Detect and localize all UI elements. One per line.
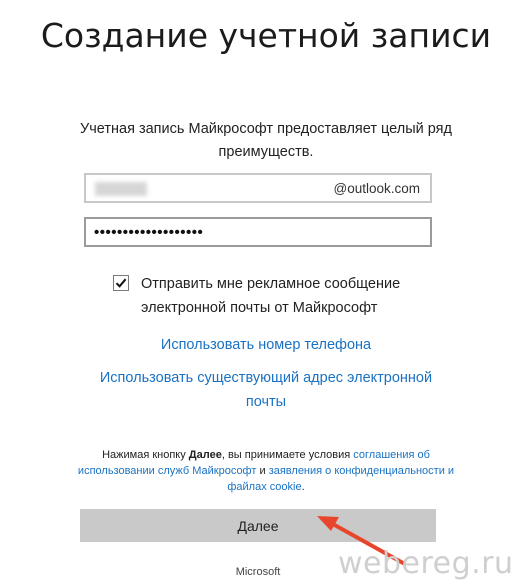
legal-suffix: . xyxy=(301,481,305,493)
legal-middle: , вы принимаете условия xyxy=(221,449,354,461)
email-field[interactable]: @outlook.com xyxy=(84,173,432,203)
legal-prefix: Нажимая кнопку xyxy=(102,449,189,461)
watermark: webereg.ru xyxy=(338,546,514,581)
legal-button-ref: Далее xyxy=(188,449,222,461)
checkmark-icon xyxy=(115,278,127,288)
use-existing-email-link[interactable]: Использовать существующий адрес электрон… xyxy=(80,366,452,414)
legal-notice: Нажимая кнопку Далее, вы принимаете усло… xyxy=(70,447,462,495)
page-title: Создание учетной записи xyxy=(40,16,492,55)
promo-checkbox[interactable] xyxy=(113,275,129,291)
legal-and: и xyxy=(256,465,269,477)
promo-checkbox-label[interactable]: Отправить мне рекламное сообщение электр… xyxy=(141,272,441,320)
page-subtitle: Учетная запись Майкрософт предоставляет … xyxy=(80,121,452,160)
password-value: ••••••••••••••••••• xyxy=(94,224,204,241)
use-phone-link[interactable]: Использовать номер телефона xyxy=(0,333,532,357)
email-username-blurred xyxy=(95,182,147,196)
email-domain-suffix: @outlook.com xyxy=(333,181,421,196)
password-field[interactable]: ••••••••••••••••••• xyxy=(84,217,432,247)
